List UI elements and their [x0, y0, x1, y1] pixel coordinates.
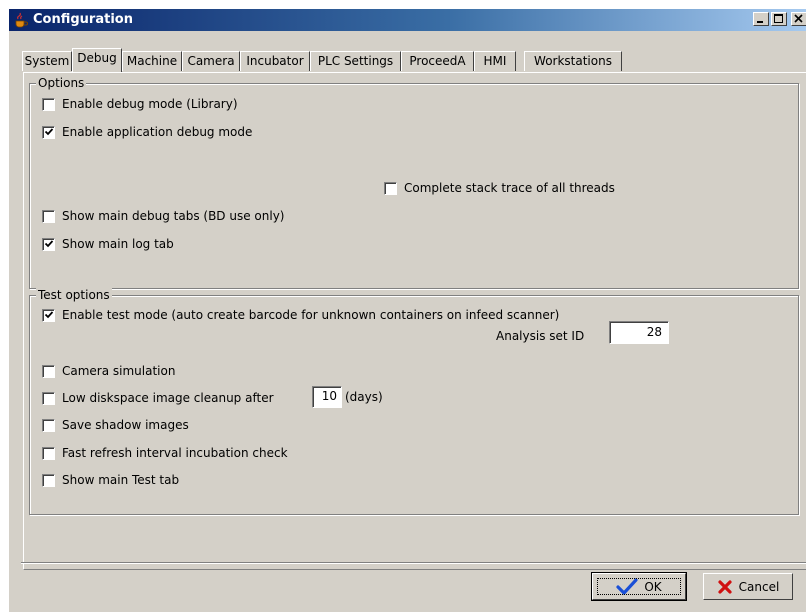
app-debug-checkbox[interactable]: [42, 125, 55, 139]
app-debug-row[interactable]: Enable application debug mode: [42, 125, 252, 139]
tab-workstations[interactable]: Workstations: [524, 51, 622, 71]
shadow-images-checkbox[interactable]: [42, 418, 55, 432]
app-debug-label: Enable application debug mode: [62, 125, 253, 139]
maximize-icon: [774, 14, 783, 23]
tab-incubator[interactable]: Incubator: [240, 51, 310, 71]
cleanup-row[interactable]: Low diskspace image cleanup after: [42, 391, 274, 405]
checkmark-icon: [44, 310, 54, 318]
java-coffee-icon: [15, 12, 28, 28]
shadow-images-label: Save shadow images: [62, 418, 189, 432]
debug-library-label: Enable debug mode (Library): [62, 97, 238, 111]
debug-library-checkbox[interactable]: [42, 97, 55, 111]
checkmark-icon: [616, 577, 638, 595]
test-mode-row[interactable]: Enable test mode (auto create barcode fo…: [42, 308, 559, 322]
camera-sim-row[interactable]: Camera simulation: [42, 364, 175, 378]
camera-sim-checkbox[interactable]: [42, 364, 55, 378]
tab-debug[interactable]: Debug: [72, 48, 122, 72]
window-title: Configuration: [33, 12, 133, 27]
debug-library-row[interactable]: Enable debug mode (Library): [42, 97, 238, 111]
options-legend: Options: [36, 76, 87, 90]
test-tab-row[interactable]: Show main Test tab: [42, 473, 179, 487]
debug-tabs-label: Show main debug tabs (BD use only): [62, 209, 285, 223]
log-tab-label: Show main log tab: [62, 237, 174, 251]
footer-divider: [21, 562, 806, 564]
fast-refresh-checkbox[interactable]: [42, 446, 55, 460]
tab-hmi[interactable]: HMI: [474, 51, 516, 71]
analysis-set-input[interactable]: 28: [609, 321, 669, 344]
fast-refresh-label: Fast refresh interval incubation check: [62, 446, 288, 460]
test-options-legend: Test options: [36, 288, 112, 302]
ok-label: OK: [644, 579, 662, 594]
test-tab-label: Show main Test tab: [62, 473, 180, 487]
log-tab-row[interactable]: Show main log tab: [42, 237, 174, 251]
cleanup-label: Low diskspace image cleanup after: [62, 391, 274, 405]
cancel-label: Cancel: [738, 579, 780, 594]
test-mode-label: Enable test mode (auto create barcode fo…: [62, 308, 560, 322]
debug-tabs-checkbox[interactable]: [42, 209, 55, 223]
cleanup-days-input[interactable]: 10: [312, 386, 342, 408]
close-button[interactable]: [791, 12, 806, 26]
minimize-button[interactable]: [753, 12, 769, 26]
test-mode-checkbox[interactable]: [42, 308, 55, 322]
tab-machine[interactable]: Machine: [122, 51, 182, 71]
maximize-button[interactable]: [771, 12, 787, 26]
ok-button[interactable]: OK: [591, 572, 687, 601]
cancel-x-icon: [718, 579, 732, 594]
cleanup-days-unit: (days): [345, 390, 383, 404]
checkmark-icon: [44, 127, 54, 135]
minimize-icon: [757, 21, 763, 23]
test-tab-checkbox[interactable]: [42, 473, 55, 487]
camera-sim-label: Camera simulation: [62, 364, 176, 378]
tab-system[interactable]: System: [22, 51, 72, 71]
focus-rect: [597, 578, 681, 595]
debug-tabs-row[interactable]: Show main debug tabs (BD use only): [42, 209, 284, 223]
title-bar[interactable]: Configuration: [9, 9, 806, 31]
tab-camera[interactable]: Camera: [182, 51, 240, 71]
fast-refresh-row[interactable]: Fast refresh interval incubation check: [42, 446, 288, 460]
cancel-button[interactable]: Cancel: [703, 573, 793, 600]
close-icon: [794, 14, 803, 23]
analysis-set-label: Analysis set ID: [496, 329, 585, 343]
stack-trace-row[interactable]: Complete stack trace of all threads: [384, 181, 615, 195]
shadow-images-row[interactable]: Save shadow images: [42, 418, 189, 432]
stack-trace-label: Complete stack trace of all threads: [404, 181, 615, 195]
tab-proceeda[interactable]: ProceedA: [401, 51, 474, 71]
stack-trace-checkbox[interactable]: [384, 181, 397, 195]
tab-plc-settings[interactable]: PLC Settings: [310, 51, 401, 71]
checkmark-icon: [44, 239, 54, 247]
cleanup-checkbox[interactable]: [42, 391, 55, 405]
configuration-window: Configuration System Debug Machine Camer…: [8, 8, 806, 612]
log-tab-checkbox[interactable]: [42, 237, 55, 251]
